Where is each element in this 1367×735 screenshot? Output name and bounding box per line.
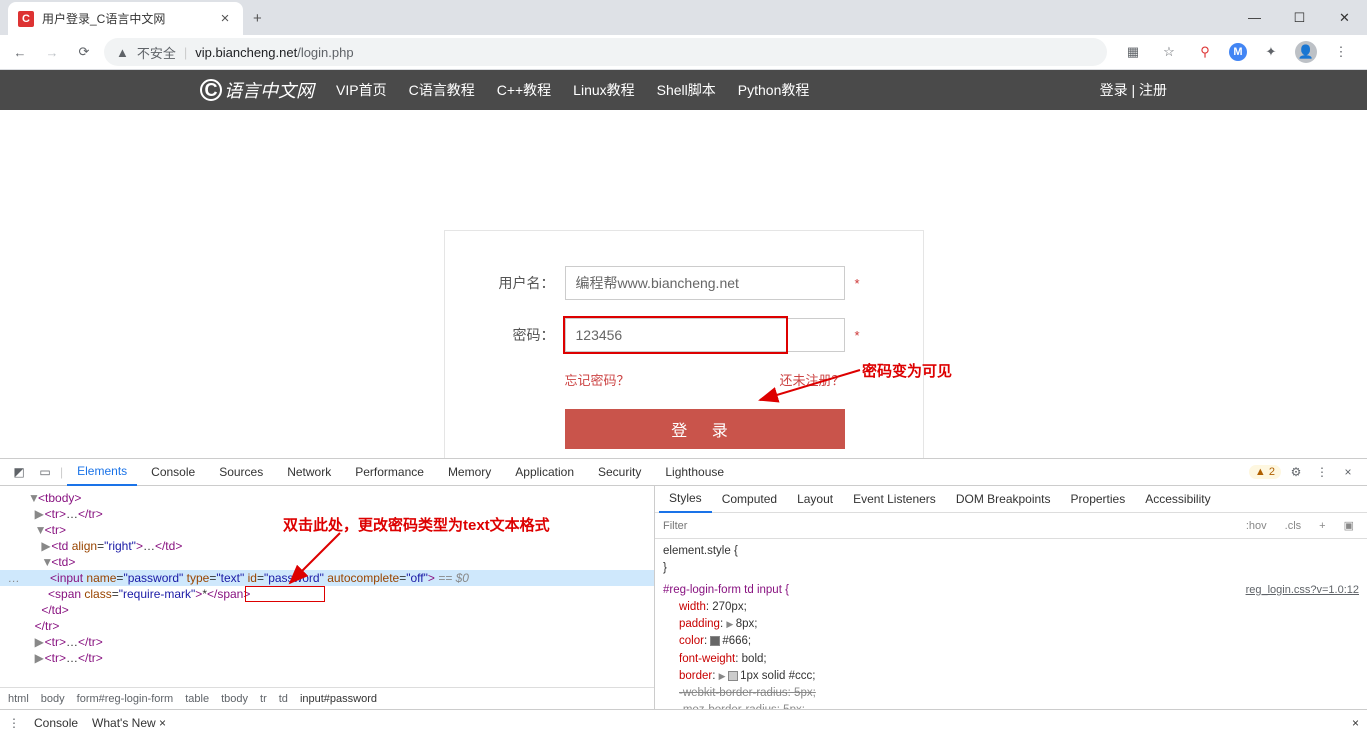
close-devtools-icon[interactable]: × [1337,465,1359,479]
extensions-icon[interactable]: ✦ [1259,40,1283,64]
settings-icon[interactable]: ⚙ [1285,465,1307,479]
nav-vip[interactable]: VIP首页 [336,80,387,100]
dom-breadcrumb[interactable]: html body form#reg-login-form table tbod… [0,687,654,709]
required-star: * [855,328,860,343]
devtools-tabs: ◩ ▭ | Elements Console Sources Network P… [0,459,1367,486]
url-text: vip.biancheng.net/login.php [195,45,353,60]
styles-tab-computed[interactable]: Computed [712,486,787,513]
tab-title: 用户登录_C语言中文网 [42,10,165,27]
add-rule-icon[interactable]: + [1314,518,1330,534]
insecure-icon: ▲ [116,45,129,60]
extension-icon-m[interactable]: M [1229,43,1247,61]
styles-content[interactable]: element.style { } #reg-login-form td inp… [655,539,1367,709]
styles-tab-styles[interactable]: Styles [659,486,712,513]
drawer-menu-icon[interactable]: ⋮ [8,716,20,730]
username-input[interactable] [565,266,845,300]
tab-lighthouse[interactable]: Lighthouse [655,459,734,486]
warning-badge[interactable]: ▲ 2 [1249,465,1281,479]
minimize-button[interactable]: — [1232,0,1277,35]
styles-tab-events[interactable]: Event Listeners [843,486,946,513]
tab-performance[interactable]: Performance [345,459,434,486]
header-login[interactable]: 登录 [1100,82,1128,98]
nav-shell[interactable]: Shell脚本 [657,80,716,100]
reload-button[interactable]: ⟳ [72,40,96,64]
forward-button[interactable]: → [40,40,64,64]
dom-tree[interactable]: ▼<tbody> ▶<tr>…</tr> ▼<tr> ▶<td align="r… [0,486,654,687]
elements-panel: ▼<tbody> ▶<tr>…</tr> ▼<tr> ▶<td align="r… [0,486,655,709]
bookmark-icon[interactable]: ☆ [1157,40,1181,64]
drawer-close-icon[interactable]: × [1352,716,1359,730]
insecure-label: 不安全 [137,43,176,62]
styles-panel: Styles Computed Layout Event Listeners D… [655,486,1367,709]
required-star: * [855,276,860,291]
profile-icon[interactable]: 👤 [1295,41,1317,63]
username-label: 用户名： [475,273,565,293]
not-registered-link[interactable]: 还未注册？ [779,370,844,389]
tab-memory[interactable]: Memory [438,459,501,486]
annotation-visible: 密码变为可见 [862,360,952,381]
drawer-tab-console[interactable]: Console [34,716,78,730]
close-window-button[interactable]: ✕ [1322,0,1367,35]
password-label: 密码： [475,325,565,345]
nav-c[interactable]: C语言教程 [409,80,475,100]
browser-toolbar: ← → ⟳ ▲ 不安全 | vip.biancheng.net/login.ph… [0,35,1367,70]
login-form: 用户名： * 密码： * 忘记密码？ 还未注册？ 登 录 [444,230,924,458]
menu-icon[interactable]: ⋮ [1329,40,1353,64]
annotation-dblclick: 双击此处，更改密码类型为text文本格式 [283,514,550,535]
window-controls: — ☐ ✕ [1232,0,1367,35]
forgot-password-link[interactable]: 忘记密码？ [565,370,630,389]
tab-elements[interactable]: Elements [67,459,137,486]
password-input[interactable] [565,318,845,352]
drawer-tab-whatsnew[interactable]: What's New × [92,716,166,730]
styles-filter-input[interactable] [663,520,1233,532]
tab-close-icon[interactable]: × [217,10,233,27]
css-source-link[interactable]: reg_login.css?v=1.0:12 [1246,582,1359,599]
login-button[interactable]: 登 录 [565,409,845,449]
site-header: C语言中文网 VIP首页 C语言教程 C++教程 Linux教程 Shell脚本… [0,70,1367,110]
cls-toggle[interactable]: .cls [1280,518,1307,534]
browser-tab[interactable]: C 用户登录_C语言中文网 × [8,2,243,35]
translate-icon[interactable]: ▦ [1121,40,1145,64]
styles-tab-props[interactable]: Properties [1061,486,1136,513]
devtools-drawer: ⋮ Console What's New × × [0,709,1367,735]
inspect-icon[interactable]: ◩ [8,465,30,479]
tab-sources[interactable]: Sources [209,459,273,486]
box-model-icon[interactable]: ▣ [1339,517,1359,534]
nav-cpp[interactable]: C++教程 [497,80,551,100]
tab-favicon: C [18,11,34,27]
browser-tab-strip: C 用户登录_C语言中文网 × + [0,0,1367,35]
page-viewport: C语言中文网 VIP首页 C语言教程 C++教程 Linux教程 Shell脚本… [0,70,1367,458]
tab-security[interactable]: Security [588,459,651,486]
nav-linux[interactable]: Linux教程 [573,80,634,100]
styles-tab-dom-bp[interactable]: DOM Breakpoints [946,486,1061,513]
address-bar[interactable]: ▲ 不安全 | vip.biancheng.net/login.php [104,38,1107,66]
new-tab-button[interactable]: + [253,2,269,35]
tab-network[interactable]: Network [277,459,341,486]
location-icon[interactable]: ⚲ [1193,40,1217,64]
site-logo[interactable]: C语言中文网 [200,77,314,103]
back-button[interactable]: ← [8,40,32,64]
hov-toggle[interactable]: :hov [1241,518,1272,534]
device-icon[interactable]: ▭ [34,465,56,479]
styles-tab-a11y[interactable]: Accessibility [1135,486,1220,513]
maximize-button[interactable]: ☐ [1277,0,1322,35]
styles-tab-layout[interactable]: Layout [787,486,843,513]
nav-python[interactable]: Python教程 [738,80,810,100]
devtools: ◩ ▭ | Elements Console Sources Network P… [0,458,1367,735]
header-register[interactable]: 注册 [1139,82,1167,98]
tab-application[interactable]: Application [505,459,584,486]
more-icon[interactable]: ⋮ [1311,465,1333,479]
tab-console[interactable]: Console [141,459,205,486]
